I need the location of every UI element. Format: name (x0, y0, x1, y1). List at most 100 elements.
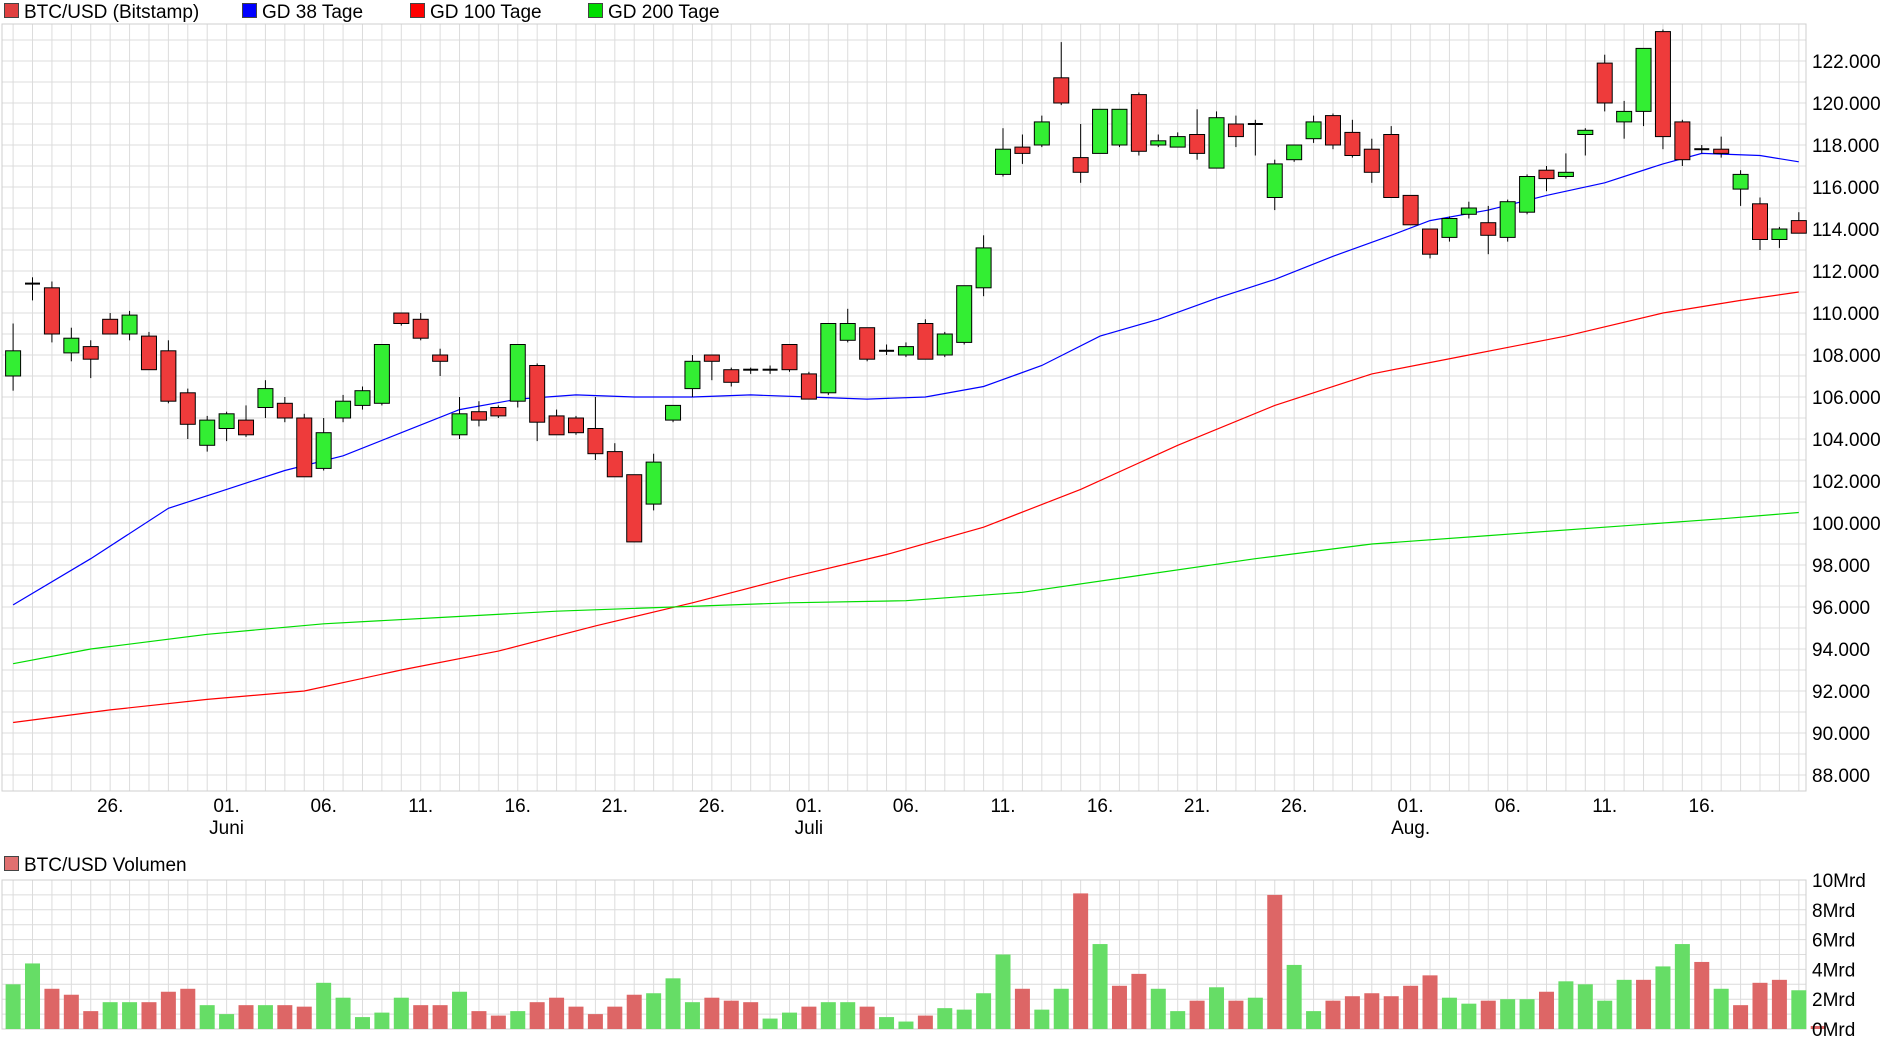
volume-bar (238, 1005, 254, 1029)
date-tick-label: 21. (602, 796, 628, 817)
volume-tick-label: 2Mrd (1812, 990, 1855, 1011)
candle-body-up (956, 285, 973, 343)
legend-label: GD 38 Tage (262, 2, 363, 23)
volume-bar (1189, 1000, 1205, 1029)
date-tick-label: 01. (1397, 796, 1423, 817)
price-tick-label: 100.000 (1812, 514, 1880, 535)
candle-body-down (1324, 115, 1341, 146)
candlestick (490, 405, 507, 418)
candle-body-down (1344, 131, 1361, 156)
volume-tick-label: 8Mrd (1812, 901, 1855, 922)
volume-bar (374, 1012, 390, 1029)
price-tick-label: 114.000 (1812, 220, 1879, 241)
candle-body-up (995, 148, 1012, 175)
candle-body-up (257, 388, 274, 409)
candle-body-up (1150, 140, 1167, 146)
candle-body-down (393, 312, 410, 324)
candle-body-down (1654, 31, 1671, 138)
candlestick (1208, 111, 1225, 169)
month-label: Aug. (1391, 818, 1430, 839)
candle-body-down (1422, 228, 1439, 255)
candlestick (140, 331, 157, 371)
volume-bar (1286, 964, 1302, 1029)
volume-bar (1597, 1000, 1613, 1029)
volume-bar (1655, 966, 1671, 1029)
candle-body-down (587, 428, 604, 455)
date-tick-label: 16. (1689, 796, 1715, 817)
volume-bar (219, 1014, 235, 1029)
candle-body-up (1499, 201, 1516, 238)
candle-body-down (548, 415, 565, 436)
volume-bar (1771, 979, 1787, 1029)
candle-body-up (645, 461, 662, 505)
candlestick (373, 344, 390, 406)
volume-bar (296, 1006, 312, 1029)
volume-bar (1441, 997, 1457, 1029)
volume-bar (1247, 997, 1263, 1029)
candlestick (1519, 174, 1536, 215)
volume-bar (626, 994, 642, 1029)
volume-bar (1073, 893, 1089, 1029)
volume-bar (956, 1009, 972, 1029)
candle-body-up (1441, 218, 1458, 238)
candlestick (567, 415, 584, 435)
volume-bar (1092, 944, 1108, 1029)
candlestick (800, 371, 817, 400)
volume-bar (743, 1002, 759, 1029)
volume-bar (840, 1002, 856, 1029)
candle-body-up (199, 419, 216, 446)
volume-bar (1752, 982, 1768, 1029)
candle-body-down (296, 417, 313, 478)
candle-body-up (1557, 171, 1574, 178)
candle-body-down (238, 419, 255, 436)
candle-body-up (820, 323, 837, 394)
volume-bar (1636, 979, 1652, 1029)
candlestick (645, 453, 662, 511)
price-tick-label: 96.000 (1812, 598, 1870, 619)
candle-body-up (1771, 228, 1788, 240)
candlestick (43, 281, 60, 343)
candle-body-up (1033, 121, 1050, 146)
volume-bar (1694, 961, 1710, 1029)
date-tick-label: 11. (991, 796, 1016, 817)
volume-bar (257, 1005, 273, 1029)
volume-bar (413, 1005, 429, 1029)
candle-body-down (1189, 134, 1206, 154)
price-tick-label: 106.000 (1812, 388, 1880, 409)
volume-bar (1558, 981, 1574, 1029)
date-tick-label: 26. (97, 796, 123, 817)
candlestick (956, 285, 973, 345)
volume-bar (646, 993, 662, 1029)
volume-tick-label: 6Mrd (1812, 931, 1855, 952)
candle-body-down (102, 318, 119, 335)
legend-label: GD 100 Tage (430, 2, 542, 23)
volume-bar (898, 1021, 914, 1029)
volume-bar (1053, 988, 1069, 1029)
candle-body-down (1480, 222, 1497, 236)
month-label: Juni (209, 818, 244, 839)
candle-body-down (82, 346, 99, 360)
volume-bar (1228, 1000, 1244, 1029)
candle-body-down (1014, 146, 1031, 154)
candle-body-down (1402, 194, 1419, 226)
candle-body-down (179, 392, 196, 425)
price-tick-label: 120.000 (1812, 94, 1880, 115)
volume-bar (801, 1006, 817, 1029)
candle-body-up (975, 247, 992, 289)
candle-body-down (1538, 169, 1555, 180)
candle-body-up (936, 333, 953, 356)
volume-bar (1422, 975, 1438, 1029)
candlestick (936, 331, 953, 358)
candle-body-down (1072, 157, 1089, 173)
volume-bar (1150, 988, 1166, 1029)
candlestick (1499, 199, 1516, 242)
candlestick (1130, 92, 1147, 156)
candle-body-down (781, 344, 798, 371)
volume-legend: BTC/USD Volumen (4, 855, 187, 876)
price-tick-label: 118.000 (1812, 136, 1879, 157)
legend-swatch (4, 3, 19, 18)
candlestick (1111, 108, 1128, 148)
volume-bar (879, 1017, 895, 1029)
volume-bar (684, 1002, 700, 1029)
volume-bar (63, 994, 79, 1029)
